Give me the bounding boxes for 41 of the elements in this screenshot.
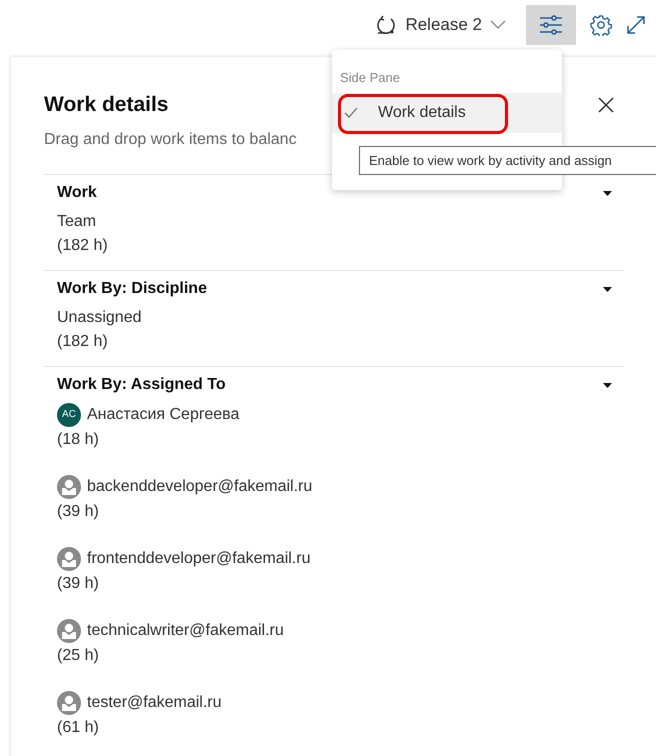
- assignee-name: backenddeveloper@fakemail.ru: [87, 477, 312, 497]
- assignee-name: tester@fakemail.ru: [87, 693, 222, 713]
- iteration-picker[interactable]: Release 2: [369, 5, 512, 45]
- chevron-icon: [490, 20, 506, 30]
- hours-label: (18 h): [57, 430, 99, 450]
- hours-label: (25 h): [57, 646, 99, 666]
- assignee-name: Анастасия Сергеева: [87, 405, 240, 425]
- panel-title: Work details: [44, 93, 168, 117]
- close-button[interactable]: [598, 97, 614, 113]
- person-icon: [57, 475, 81, 499]
- assignee-name: technicalwriter@fakemail.ru: [87, 621, 284, 641]
- caret-icon: [603, 382, 612, 388]
- menu-heading: Side Pane: [340, 70, 400, 85]
- menu-item[interactable]: Work details: [332, 93, 562, 133]
- settings-icon: [590, 14, 612, 36]
- assignee-name: frontenddeveloper@fakemail.ru: [87, 549, 310, 569]
- caret-icon: [603, 190, 612, 196]
- section-header[interactable]: Work: [57, 184, 624, 202]
- hours-label: (182 h): [57, 332, 108, 352]
- hours-label: (182 h): [57, 236, 108, 256]
- close-icon: [598, 97, 614, 113]
- hours-label: (61 h): [57, 718, 99, 738]
- expand-button[interactable]: [626, 15, 646, 35]
- person-icon: [57, 547, 81, 571]
- panel-subtitle: Drag and drop work items to balanc: [44, 131, 297, 149]
- person-icon: [57, 691, 81, 715]
- section-header[interactable]: Work By: Discipline: [57, 280, 624, 298]
- caret-icon: [603, 286, 612, 292]
- entry-name: Unassigned: [57, 308, 142, 328]
- section-header[interactable]: Work By: Assigned To: [57, 376, 624, 394]
- sliders-icon: [539, 15, 563, 35]
- filter-button[interactable]: [526, 5, 576, 45]
- settings-button[interactable]: [590, 14, 612, 36]
- tooltip: Enable to view work by activity and assign: [359, 146, 656, 175]
- hours-label: (39 h): [57, 502, 99, 522]
- avatar: AC: [57, 403, 81, 427]
- hours-label: (39 h): [57, 574, 99, 594]
- person-icon: [57, 619, 81, 643]
- entry-name: Team: [57, 212, 96, 232]
- iteration-icon: [375, 14, 398, 36]
- expand-icon: [626, 15, 646, 35]
